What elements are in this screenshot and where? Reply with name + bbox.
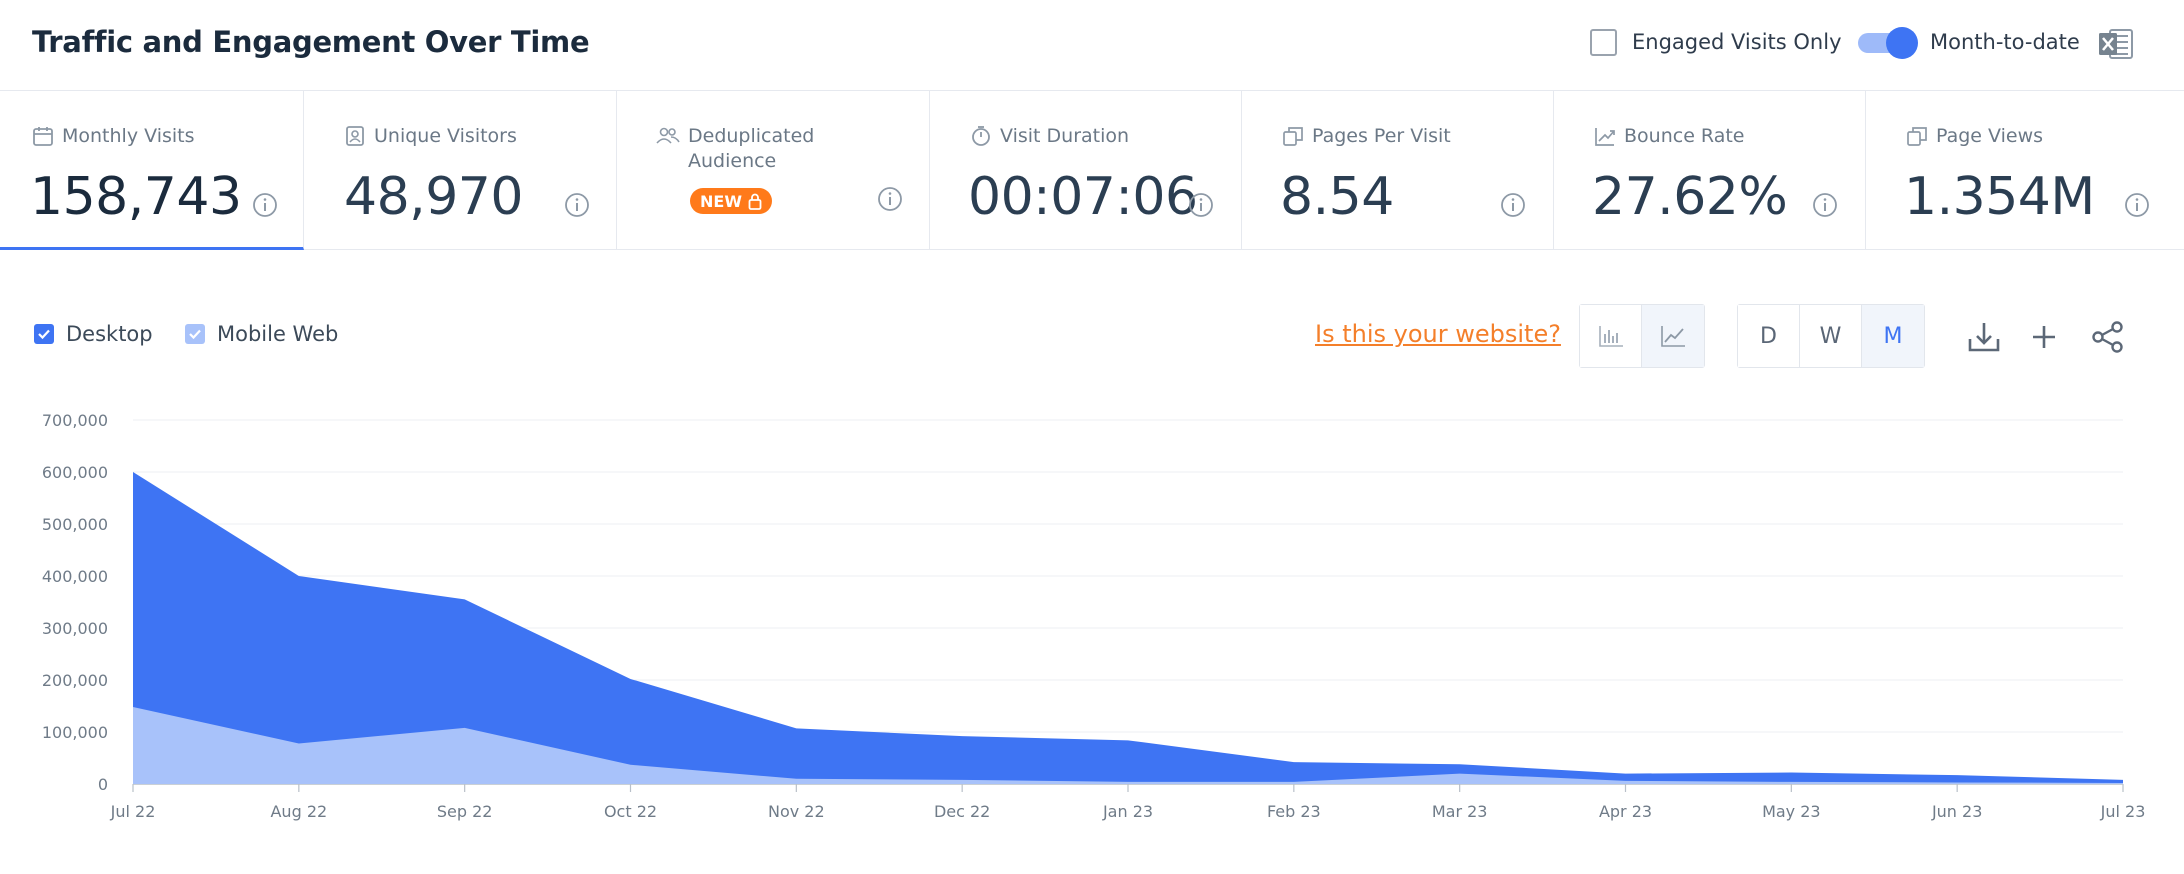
- x-tick-label: Jul 23: [2100, 802, 2146, 821]
- y-tick-label: 400,000: [42, 567, 108, 586]
- metric-label: Unique Visitors: [374, 125, 517, 147]
- metric-value: 00:07:06: [968, 167, 1198, 227]
- engaged-visits-label: Engaged Visits Only: [1632, 30, 1842, 54]
- line-chart-icon: [1661, 326, 1685, 347]
- legend-label: Desktop: [66, 322, 153, 346]
- new-badge-label: NEW: [700, 191, 742, 211]
- bar-chart-icon: [1598, 326, 1623, 347]
- trend-icon: [1595, 128, 1615, 146]
- legend-item-desktop[interactable]: Desktop: [34, 322, 153, 346]
- metric-tile-monthly-visits[interactable]: Monthly Visits 158,743: [0, 91, 304, 250]
- stopwatch-icon: [972, 126, 990, 146]
- info-icon[interactable]: [252, 192, 278, 218]
- info-icon[interactable]: [1500, 192, 1526, 218]
- excel-icon[interactable]: [2098, 27, 2134, 61]
- y-tick-label: 0: [98, 775, 108, 794]
- chart-type-toggle: [1579, 304, 1705, 368]
- metric-value: 48,970: [344, 167, 523, 227]
- engaged-visits-checkbox[interactable]: [1590, 28, 1617, 56]
- share-icon[interactable]: [2090, 319, 2126, 355]
- mobile-web-checkbox[interactable]: [185, 324, 205, 344]
- granularity-toggle: D W M: [1737, 304, 1925, 368]
- x-tick-label: Mar 23: [1432, 802, 1488, 821]
- is-this-your-website-link[interactable]: Is this your website?: [1315, 320, 1561, 348]
- metric-value: 8.54: [1280, 167, 1394, 227]
- add-icon[interactable]: [2026, 319, 2062, 355]
- info-icon[interactable]: [2124, 192, 2150, 218]
- x-tick-label: Feb 23: [1267, 802, 1321, 821]
- users-icon: [656, 127, 680, 144]
- visitor-badge-icon: [346, 126, 364, 146]
- legend-label: Mobile Web: [217, 322, 339, 346]
- x-tick-label: Jun 23: [1931, 802, 1982, 821]
- engaged-visits-toggle[interactable]: Engaged Visits Only: [1590, 28, 1842, 56]
- granularity-day-button[interactable]: D: [1738, 305, 1800, 367]
- info-icon[interactable]: [1812, 192, 1838, 218]
- y-tick-label: 200,000: [42, 671, 108, 690]
- x-tick-label: Sep 22: [437, 802, 493, 821]
- download-icon[interactable]: [1966, 319, 2002, 355]
- x-tick-label: Jul 22: [110, 802, 156, 821]
- x-tick-label: Jan 23: [1102, 802, 1153, 821]
- month-to-date-toggle[interactable]: Month-to-date: [1858, 25, 2080, 59]
- x-tick-label: Nov 22: [768, 802, 825, 821]
- y-tick-label: 500,000: [42, 515, 108, 534]
- metric-label: Deduplicated Audience: [688, 125, 815, 172]
- line-chart-button[interactable]: [1642, 305, 1704, 367]
- metric-label: Visit Duration: [1000, 125, 1130, 147]
- metric-value: 158,743: [30, 167, 242, 227]
- metrics-row: Monthly Visits 158,743 Unique Visitors 4…: [0, 91, 2184, 250]
- x-tick-label: Dec 22: [934, 802, 990, 821]
- traffic-area-chart: 0 100,000 200,000 300,000 400,000 500,000 600,…: [42, 411, 2146, 821]
- metric-tile-unique-visitors[interactable]: Unique Visitors 48,970: [304, 91, 617, 250]
- x-tick-label: Oct 22: [604, 802, 657, 821]
- y-tick-label: 600,000: [42, 463, 108, 482]
- metric-tile-page-views[interactable]: Page Views 1.354M: [1866, 91, 2184, 250]
- desktop-checkbox[interactable]: [34, 324, 54, 344]
- calendar-icon: [33, 127, 53, 146]
- pages-icon: [1283, 127, 1303, 146]
- metric-label: Pages Per Visit: [1312, 125, 1451, 147]
- bar-chart-button[interactable]: [1580, 305, 1642, 367]
- month-to-date-switch[interactable]: [1858, 27, 1918, 59]
- y-tick-label: 100,000: [42, 723, 108, 742]
- x-tick-label: Aug 22: [270, 802, 327, 821]
- x-tick-label: Apr 23: [1599, 802, 1652, 821]
- metric-value: 1.354M: [1904, 167, 2095, 227]
- pages-icon: [1907, 127, 1927, 146]
- new-badge: NEW: [690, 188, 772, 214]
- month-to-date-label: Month-to-date: [1930, 30, 2080, 54]
- metric-tile-visit-duration[interactable]: Visit Duration 00:07:06: [930, 91, 1242, 250]
- chart-header: Traffic and Engagement Over Time Engaged…: [0, 0, 2184, 91]
- lock-icon: [748, 193, 762, 210]
- metric-value: 27.62%: [1592, 167, 1788, 227]
- metric-label: Page Views: [1936, 125, 2044, 147]
- page-title: Traffic and Engagement Over Time: [32, 25, 590, 59]
- info-icon[interactable]: [877, 186, 903, 212]
- metric-label: Monthly Visits: [62, 125, 195, 147]
- metric-label: Bounce Rate: [1624, 125, 1745, 147]
- x-tick-label: May 23: [1762, 802, 1821, 821]
- metric-tile-pages-per-visit[interactable]: Pages Per Visit 8.54: [1242, 91, 1554, 250]
- legend-item-mobile-web[interactable]: Mobile Web: [185, 322, 338, 346]
- metric-tile-bounce-rate[interactable]: Bounce Rate 27.62%: [1554, 91, 1866, 250]
- y-tick-label: 700,000: [42, 411, 108, 430]
- y-tick-label: 300,000: [42, 619, 108, 638]
- info-icon[interactable]: [564, 192, 590, 218]
- granularity-month-button[interactable]: M: [1862, 305, 1924, 367]
- metric-tile-deduplicated-audience[interactable]: Deduplicated Audience: [617, 91, 930, 250]
- info-icon[interactable]: [1188, 192, 1214, 218]
- granularity-week-button[interactable]: W: [1800, 305, 1862, 367]
